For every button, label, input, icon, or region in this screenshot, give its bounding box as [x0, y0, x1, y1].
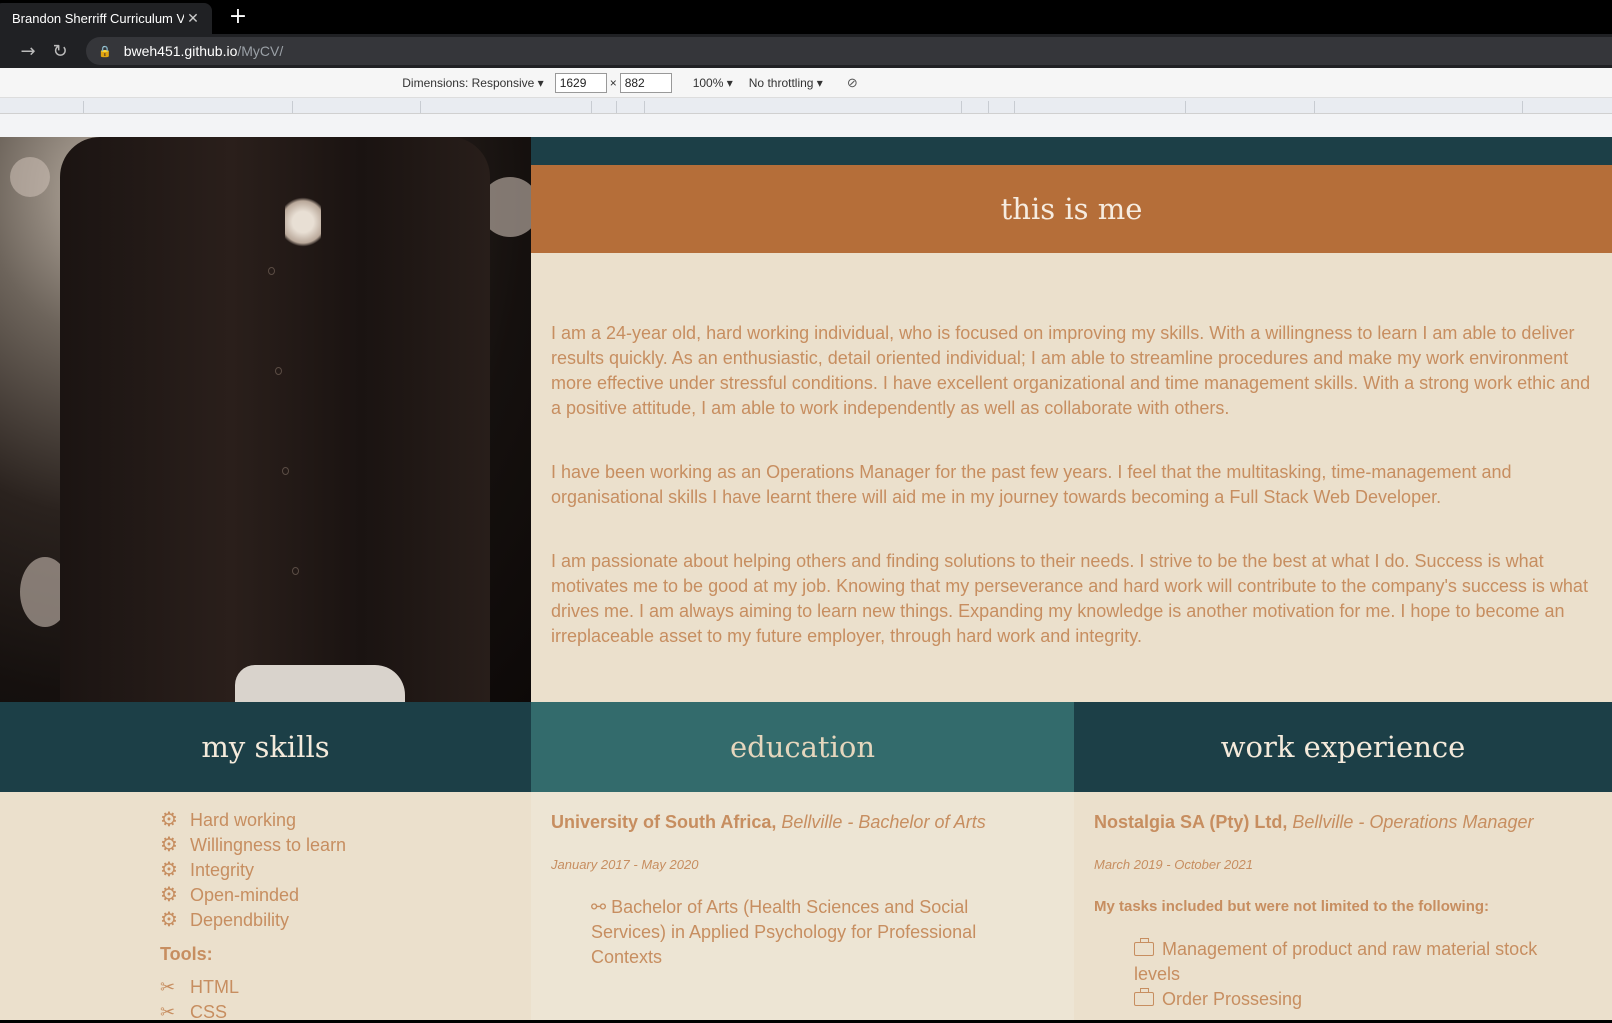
- dimensions-dropdown[interactable]: Dimensions: Responsive ▾: [402, 76, 543, 90]
- dimension-separator: ×: [609, 75, 617, 90]
- profile-photo: [0, 137, 531, 702]
- gear-icon: ⚙: [160, 809, 178, 831]
- about-banner: this is me: [531, 165, 1612, 253]
- education-column: University of South Africa, Bellville - …: [531, 792, 1074, 1020]
- lock-icon[interactable]: 🔒: [98, 45, 112, 58]
- list-item: ⚙ Willingness to learn: [160, 833, 346, 858]
- work-location-role: Bellville - Operations Manager: [1287, 812, 1534, 832]
- work-dates: March 2019 - October 2021: [1094, 857, 1253, 872]
- skills-header: my skills: [0, 702, 531, 792]
- skill-label: Open-minded: [190, 885, 300, 905]
- tasks-label: My tasks included but were not limited t…: [1094, 898, 1490, 915]
- about-paragraph: I am a 24-year old, hard working individ…: [551, 323, 1591, 418]
- url-field[interactable]: 🔒 bweh451.github.io /MyCV/: [86, 37, 1612, 65]
- work-header: work experience: [1074, 702, 1612, 792]
- header-band: [531, 137, 1612, 165]
- education-detail: ⚯ Bachelor of Arts (Health Sciences and …: [591, 895, 1011, 970]
- tool-list: ✂ HTML ✂ CSS: [160, 975, 239, 1020]
- gear-icon: ⚙: [160, 884, 178, 906]
- skills-heading: my skills: [201, 730, 330, 764]
- tool-label: CSS: [190, 1002, 228, 1020]
- list-item: ✂ CSS: [160, 1000, 239, 1020]
- boutonniere: [285, 192, 321, 252]
- device-toolbar: Dimensions: Responsive ▾ × 100% ▾ No thr…: [0, 68, 1612, 98]
- work-entry-title: Nostalgia SA (Pty) Ltd, Bellville - Oper…: [1094, 812, 1533, 833]
- about-paragraph: I am passionate about helping others and…: [551, 551, 1588, 646]
- browser-tab-strip: Brandon Sherriff Curriculum Vitae ✕ +: [0, 0, 1612, 34]
- list-item: ⚙ Open-minded: [160, 883, 346, 908]
- list-item: Order Prossesing: [1134, 987, 1574, 1012]
- work-heading: work experience: [1220, 730, 1466, 764]
- skill-label: Integrity: [190, 860, 255, 880]
- height-input[interactable]: [619, 72, 672, 93]
- task-list: Management of product and raw material s…: [1134, 937, 1574, 1012]
- briefcase-icon: [1134, 988, 1154, 1006]
- glasses-icon: ⚯: [591, 897, 612, 917]
- list-item: ⚙ Dependbility: [160, 908, 346, 933]
- gear-icon: ⚙: [160, 859, 178, 881]
- url-host: bweh451.github.io: [123, 43, 238, 59]
- media-query-ruler: [0, 98, 1612, 114]
- tools-icon: ✂: [160, 977, 176, 997]
- reload-icon[interactable]: ↻: [44, 41, 76, 62]
- education-entry-title: University of South Africa, Bellville - …: [551, 812, 986, 833]
- new-tab-button[interactable]: +: [228, 4, 248, 30]
- zoom-dropdown[interactable]: 100% ▾: [693, 76, 733, 90]
- browser-tab[interactable]: Brandon Sherriff Curriculum Vitae ✕: [0, 3, 212, 34]
- school-name: University of South Africa,: [551, 812, 777, 832]
- skill-label: Willingness to learn: [190, 835, 347, 855]
- skill-label: Hard working: [190, 810, 297, 830]
- skills-column: ⚙ Hard working ⚙ Willingness to learn ⚙ Int…: [0, 792, 531, 1020]
- skill-label: Dependbility: [190, 910, 290, 930]
- tools-icon: ✂: [160, 1002, 176, 1020]
- education-dates: January 2017 - May 2020: [551, 857, 699, 872]
- width-input[interactable]: [554, 72, 607, 93]
- about-text: I am a 24-year old, hard working individ…: [551, 321, 1597, 688]
- list-item: ⚙ Integrity: [160, 858, 346, 883]
- cv-page: this is me I am a 24-year old, hard work…: [0, 137, 1612, 1020]
- gear-icon: ⚙: [160, 909, 178, 931]
- viewport-top-gap: [0, 114, 1612, 137]
- tab-title: Brandon Sherriff Curriculum Vitae: [12, 11, 184, 26]
- degree-detail: Bachelor of Arts (Health Sciences and So…: [591, 897, 977, 967]
- education-header: education: [531, 702, 1074, 792]
- list-item: ✂ HTML: [160, 975, 239, 1000]
- skill-list: ⚙ Hard working ⚙ Willingness to learn ⚙ Int…: [160, 808, 346, 933]
- close-tab-icon[interactable]: ✕: [184, 11, 202, 27]
- task-label: Management of product and raw material s…: [1134, 939, 1538, 984]
- url-path: /MyCV/: [237, 43, 284, 59]
- address-bar: → ↻ 🔒 bweh451.github.io /MyCV/: [0, 34, 1612, 68]
- about-heading: this is me: [1000, 192, 1143, 226]
- gear-icon: ⚙: [160, 834, 178, 856]
- throttling-dropdown[interactable]: No throttling ▾: [749, 76, 823, 90]
- education-location-degree: Bellville - Bachelor of Arts: [776, 812, 986, 832]
- briefcase-icon: [1134, 938, 1154, 956]
- rotate-icon[interactable]: ⊘: [847, 75, 858, 91]
- about-paragraph: I have been working as an Operations Man…: [551, 462, 1512, 507]
- tools-label: Tools:: [160, 944, 213, 964]
- company-name: Nostalgia SA (Pty) Ltd,: [1094, 812, 1288, 832]
- work-column: Nostalgia SA (Pty) Ltd, Bellville - Oper…: [1074, 792, 1612, 1020]
- task-label: Order Prossesing: [1162, 989, 1303, 1009]
- forward-arrow-icon[interactable]: →: [12, 41, 44, 62]
- education-heading: education: [730, 730, 875, 764]
- tool-label: HTML: [190, 977, 239, 997]
- list-item: ⚙ Hard working: [160, 808, 346, 833]
- list-item: Management of product and raw material s…: [1134, 937, 1574, 987]
